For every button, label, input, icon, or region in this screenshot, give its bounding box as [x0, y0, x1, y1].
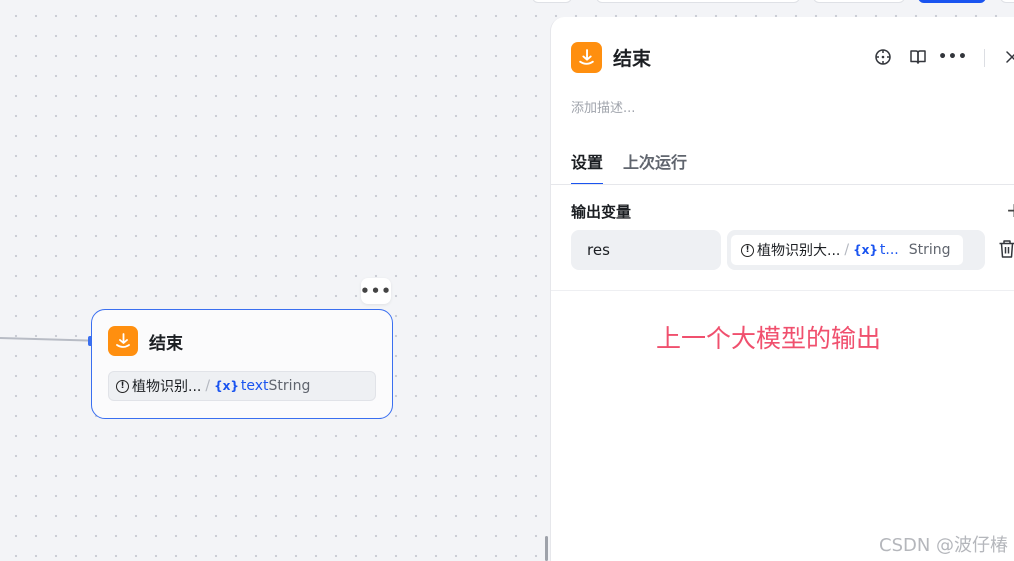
path-separator: /: [844, 242, 850, 258]
toolbar-button[interactable]: [596, 0, 800, 3]
more-icon: •••: [360, 282, 392, 300]
crosshair-icon: [875, 49, 891, 65]
variable-type: String: [268, 378, 311, 394]
panel-more-button[interactable]: •••: [938, 46, 967, 68]
source-node-name: 植物识别大...: [757, 243, 841, 259]
locate-node-button[interactable]: [872, 46, 894, 68]
variable-reference-chip: ! 植物识别大... / {x} t... String: [731, 235, 963, 265]
add-variable-button[interactable]: +: [1006, 198, 1014, 222]
node-title: 结束: [149, 333, 183, 354]
end-node-icon: [571, 42, 602, 73]
toolbar-button[interactable]: [532, 0, 572, 3]
variable-type: String: [908, 242, 951, 258]
toolbar-button[interactable]: [813, 0, 905, 3]
panel-title: 结束: [613, 48, 652, 70]
path-separator: /: [205, 378, 211, 394]
tab-last-run[interactable]: 上次运行: [623, 149, 687, 185]
panel-resize-handle[interactable]: [545, 536, 548, 561]
more-icon: •••: [938, 49, 968, 65]
panel-header: 结束: [571, 42, 651, 73]
docs-button[interactable]: [907, 46, 929, 68]
tab-settings[interactable]: 设置: [571, 149, 604, 185]
end-node[interactable]: 结束 ! 植物识别... / {x} text String: [91, 309, 393, 419]
variable-icon: {x}: [853, 243, 878, 257]
toolbar-button[interactable]: [1000, 0, 1014, 3]
section-divider: [551, 290, 1014, 291]
variable-name: t...: [879, 242, 899, 258]
info-circle-icon: !: [116, 379, 129, 393]
node-settings-panel: 结束 ••• 添加描述... 设置 上次运行 输出变量 + res ! 植物识别…: [550, 17, 1014, 561]
toolbar-primary-button[interactable]: [918, 0, 986, 3]
description-input[interactable]: 添加描述...: [571, 97, 635, 116]
close-button[interactable]: [1001, 46, 1014, 68]
book-icon: [910, 50, 926, 64]
panel-tabs: 设置 上次运行: [571, 149, 707, 185]
output-variable-value-selector[interactable]: ! 植物识别大... / {x} t... String: [727, 230, 985, 270]
output-variable-name-input[interactable]: res: [571, 230, 721, 270]
info-circle-icon: !: [741, 243, 754, 257]
delete-variable-button[interactable]: [998, 239, 1014, 261]
trash-icon: [999, 240, 1014, 258]
watermark: CSDN @波仔椿: [879, 535, 1009, 556]
node-output-field: ! 植物识别... / {x} text String: [108, 371, 376, 401]
header-divider: [984, 49, 985, 67]
annotation-text: 上一个大模型的输出: [656, 324, 882, 353]
output-variables-title: 输出变量: [571, 203, 632, 221]
connection-edge: [0, 337, 92, 342]
node-more-button[interactable]: •••: [360, 278, 392, 304]
variable-icon: {x}: [214, 379, 239, 393]
node-header: 结束: [108, 326, 183, 356]
close-icon: [1006, 51, 1014, 63]
variable-name: text: [240, 378, 269, 394]
source-node-name: 植物识别...: [132, 379, 202, 395]
end-node-icon: [108, 326, 138, 356]
tabs-divider: [551, 184, 1014, 185]
